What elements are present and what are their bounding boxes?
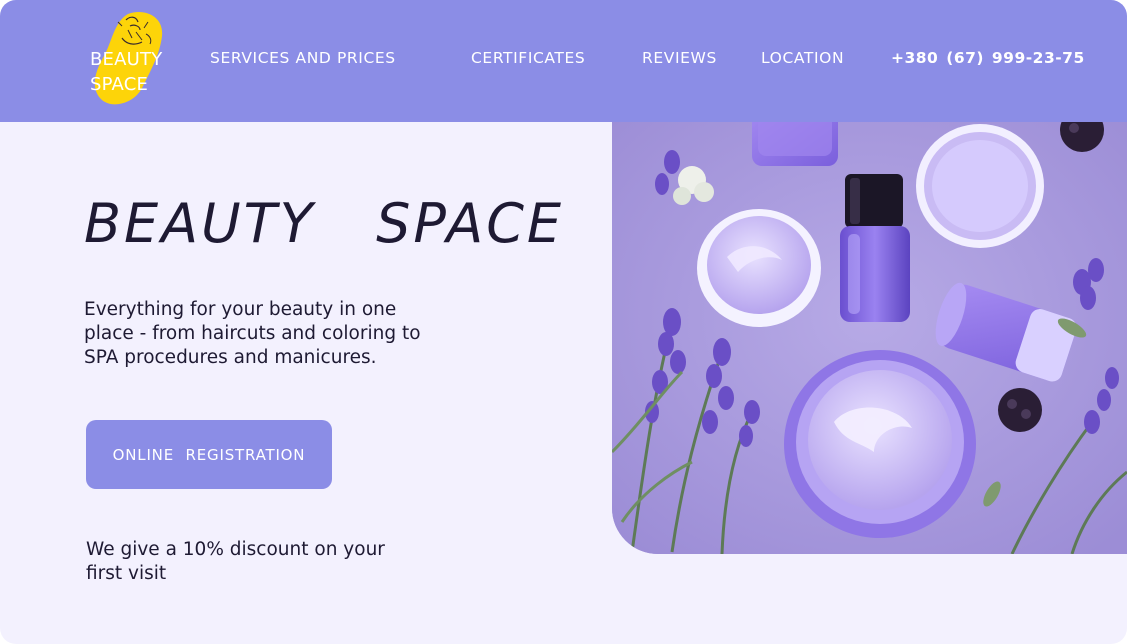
nav-reviews[interactable]: REVIEWS xyxy=(642,49,717,67)
page: BEAUTY SPACE SERVICES AND PRICES CERTIFI… xyxy=(0,0,1127,644)
hero-product-photo xyxy=(612,122,1127,554)
logo-line-1: BEAUTY xyxy=(90,49,163,70)
online-registration-button[interactable]: ONLINE REGISTRATION xyxy=(86,420,332,489)
site-header: BEAUTY SPACE SERVICES AND PRICES CERTIFI… xyxy=(0,0,1127,122)
nav-services-and-prices[interactable]: SERVICES AND PRICES xyxy=(210,49,396,67)
lavender-cosmetics-illustration xyxy=(612,122,1127,554)
discount-note: We give a 10% discount on your first vis… xyxy=(86,539,385,584)
hero-title: BEAUTY SPACE xyxy=(84,192,565,255)
nav-certificates[interactable]: CERTIFICATES xyxy=(471,49,585,67)
phone-number[interactable]: +380 (67) 999-23-75 xyxy=(891,49,1085,67)
logo[interactable]: BEAUTY SPACE xyxy=(88,10,188,110)
logo-line-2: SPACE xyxy=(90,74,149,95)
hero-description: Everything for your beauty in one place … xyxy=(84,299,421,368)
nav-location[interactable]: LOCATION xyxy=(761,49,844,67)
